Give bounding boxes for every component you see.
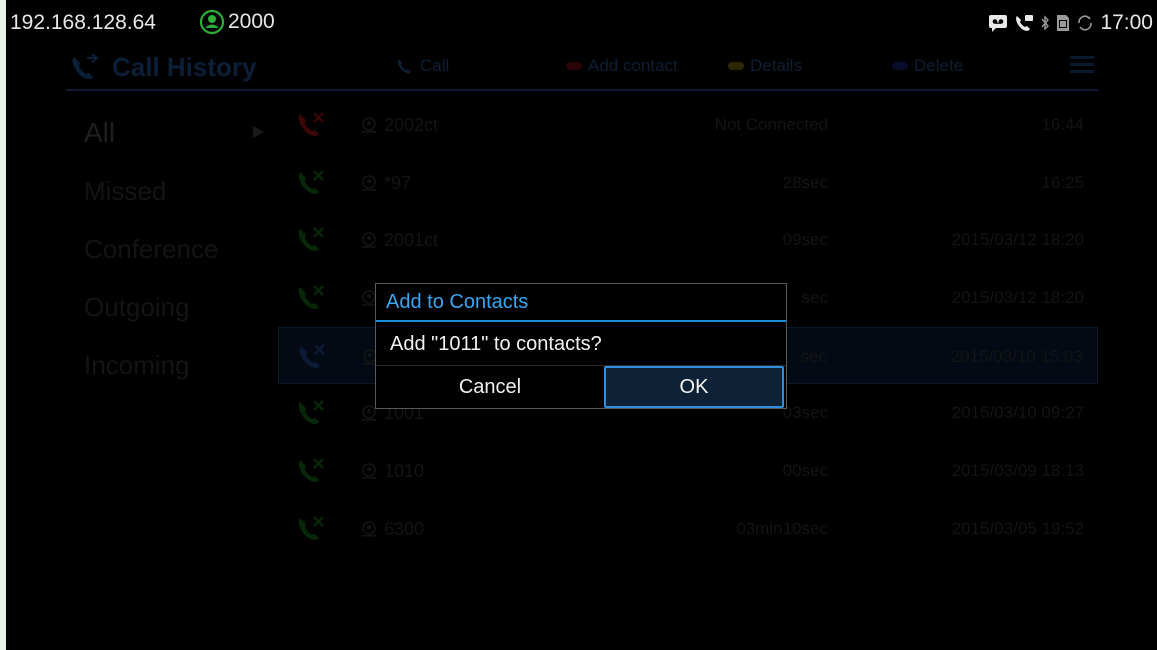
account-icon [199, 9, 225, 35]
call-number: 2002ct [384, 115, 439, 135]
voicemail-icon [989, 15, 1008, 32]
add-contact-button[interactable]: Add contact [566, 56, 678, 76]
red-softkey-icon [566, 62, 582, 70]
call-time: 16:25 [1041, 172, 1084, 192]
sidebar-item-label: Outgoing [84, 291, 190, 322]
status-bar: 192.168.128.64 2000 17:00 [6, 0, 1157, 44]
sidebar-item-missed[interactable]: Missed [66, 162, 276, 220]
call-row[interactable]: 2001ct 09sec 2015/03/12 18:20 [278, 211, 1098, 269]
call-duration: 09sec [782, 230, 828, 250]
ip-address: 192.168.128.64 [10, 11, 156, 34]
ok-button[interactable]: OK [604, 366, 784, 408]
call-time: 2015/03/12 18:20 [951, 230, 1084, 250]
call-row[interactable]: *97 28sec 16:25 [278, 154, 1098, 212]
call-duration: 00sec [782, 461, 828, 481]
outgoing-call-icon [298, 169, 324, 194]
sim-icon [1057, 15, 1070, 31]
call-number: 6300 [384, 518, 425, 539]
phone-screen: 192.168.128.64 2000 17:00 Call History C… [6, 0, 1157, 650]
sidebar-item-conference[interactable]: Conference [66, 220, 276, 278]
yellow-softkey-icon [728, 62, 744, 70]
call-row[interactable]: 2002ct Not Connected 16:44 [278, 96, 1098, 154]
outgoing-call-icon [298, 515, 324, 540]
call-duration: 03min10sec [736, 518, 828, 538]
call-time: 2015/03/10 09:27 [951, 403, 1084, 423]
call-time: 16:44 [1041, 115, 1084, 134]
dialog-title: Add to Contacts [376, 284, 786, 322]
sidebar-item-label: All [84, 117, 116, 148]
outgoing-call-icon [298, 227, 324, 252]
sync-icon [1078, 15, 1093, 31]
sidebar-item-all[interactable]: All [66, 104, 276, 162]
incoming-call-icon [298, 400, 324, 425]
call-history-icon [72, 53, 99, 79]
call-row[interactable]: 6300 03min10sec 2015/03/05 19:52 [278, 500, 1098, 558]
incoming-call-icon [298, 285, 324, 310]
add-contact-label: Add contact [588, 56, 678, 75]
sidebar-item-label: Conference [84, 233, 219, 264]
dialog-message: Add "1011" to contacts? [376, 322, 786, 366]
missed-call-icon [298, 112, 324, 137]
clock: 17:00 [1100, 11, 1153, 34]
sidebar-item-label: Incoming [84, 349, 190, 380]
call-duration: Not Connected [714, 115, 828, 134]
call-row[interactable]: 1010 00sec 2015/03/09 18:13 [278, 442, 1098, 500]
dialog-buttons: Cancel OK [376, 366, 786, 408]
contact-icon [362, 463, 376, 479]
call-duration: 28sec [782, 172, 828, 192]
call-duration: sec [801, 288, 828, 308]
header-bar: Call History Call Add contact Details De… [66, 44, 1098, 91]
contact-icon [362, 232, 376, 248]
conference-call-icon [299, 343, 325, 368]
delete-label: Delete [914, 56, 964, 75]
page-title: Call History [112, 52, 257, 82]
call-time: 2015/03/09 18:13 [951, 461, 1084, 481]
call-time: 2015/03/05 19:52 [951, 518, 1084, 538]
missed-call-icon [1016, 15, 1034, 31]
sidebar-item-incoming[interactable]: Incoming [66, 336, 276, 394]
account-number: 2000 [228, 10, 275, 33]
title-area: Call History [70, 52, 257, 83]
arrow-right-icon [253, 126, 264, 138]
account-indicator: 2000 [199, 9, 275, 35]
call-time: 2015/03/12 18:20 [951, 288, 1084, 308]
call-duration: 03sec [782, 403, 828, 423]
sidebar-item-outgoing[interactable]: Outgoing [66, 278, 276, 336]
call-button[interactable]: Call [396, 56, 449, 76]
status-icons: 17:00 [988, 11, 1153, 35]
delete-button[interactable]: Delete [892, 56, 963, 76]
add-to-contacts-dialog: Add to Contacts Add "1011" to contacts? … [375, 283, 787, 409]
filter-sidebar: All Missed Conference Outgoing Incoming [66, 104, 276, 394]
details-button[interactable]: Details [728, 56, 802, 76]
contact-icon [362, 117, 376, 133]
outgoing-call-icon [298, 458, 324, 483]
call-number: *97 [384, 172, 412, 193]
details-label: Details [750, 56, 802, 75]
call-time: 2015/03/10 15:03 [950, 346, 1083, 366]
bluetooth-icon [1041, 15, 1050, 31]
call-number: 2001ct [384, 230, 439, 251]
call-number: 1010 [384, 461, 425, 482]
menu-icon[interactable] [1070, 56, 1094, 74]
cancel-button[interactable]: Cancel [376, 366, 604, 408]
call-duration: sec [800, 346, 827, 366]
call-label: Call [420, 56, 450, 75]
phone-icon [398, 59, 411, 74]
contact-icon [362, 521, 376, 537]
blue-softkey-icon [892, 62, 908, 70]
contact-icon [362, 174, 376, 191]
sidebar-item-label: Missed [84, 175, 167, 206]
